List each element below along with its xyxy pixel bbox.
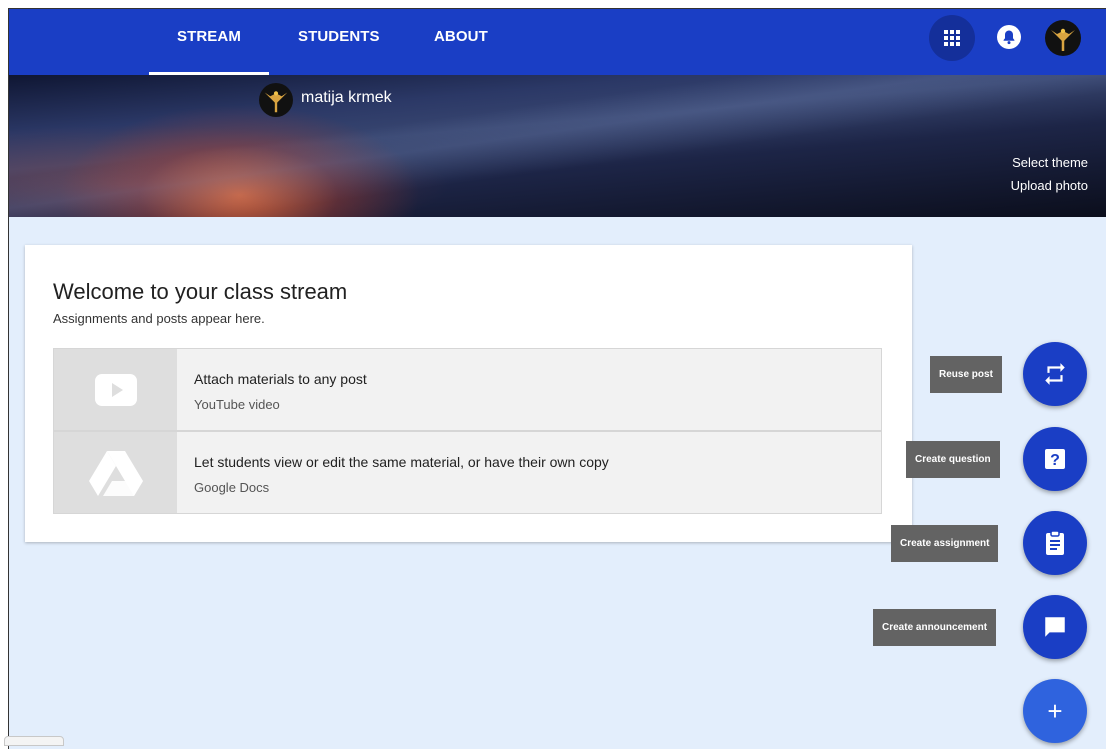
reuse-post-button[interactable]	[1023, 342, 1087, 406]
account-avatar[interactable]	[1045, 20, 1081, 56]
tab-about[interactable]: ABOUT	[434, 9, 488, 75]
create-assignment-label[interactable]: Create assignment	[891, 525, 999, 562]
announcement-icon	[1045, 617, 1065, 637]
banner-image	[9, 75, 1106, 217]
notifications-icon	[1003, 30, 1015, 45]
tab-stream[interactable]: STREAM	[149, 9, 269, 75]
top-nav-bar: STREAM STUDENTS ABOUT	[9, 9, 1106, 75]
create-announcement-label[interactable]: Create announcement	[873, 609, 997, 646]
reuse-post-label[interactable]: Reuse post	[930, 356, 1002, 393]
material-row-youtube[interactable]: Attach materials to any post YouTube vid…	[53, 348, 882, 431]
class-banner: matija krmek Select theme Upload photo	[9, 75, 1106, 217]
apps-grid-button[interactable]	[929, 15, 975, 61]
create-fab-button[interactable]: +	[1023, 679, 1087, 743]
upload-photo-link[interactable]: Upload photo	[1011, 178, 1088, 193]
tab-students[interactable]: STUDENTS	[298, 9, 380, 75]
material-title: Attach materials to any post	[194, 371, 367, 387]
material-description: YouTube video	[194, 397, 280, 412]
repeat-icon	[1045, 363, 1065, 385]
select-theme-link[interactable]: Select theme	[1012, 155, 1088, 170]
apps-grid-icon	[944, 30, 960, 46]
assignment-icon	[1046, 530, 1064, 555]
create-question-label[interactable]: Create question	[906, 441, 1000, 478]
avatar-logo-icon	[1051, 28, 1075, 51]
material-description: Google Docs	[194, 480, 270, 495]
material-icon-box	[54, 432, 177, 513]
avatar	[259, 83, 293, 117]
material-title: Let students view or edit the same mater…	[194, 454, 609, 470]
material-icon-box	[54, 349, 177, 430]
owner-name: matija krmek	[301, 89, 392, 106]
bottom-corner-tab	[4, 736, 64, 746]
avatar-logo-icon	[264, 91, 288, 113]
welcome-card: Welcome to your class stream Assignments…	[25, 245, 912, 542]
welcome-subtitle: Assignments and posts appear here.	[53, 311, 265, 326]
google-drive-icon	[88, 450, 143, 496]
notifications-button[interactable]	[997, 25, 1021, 49]
welcome-title: Welcome to your class stream	[53, 279, 348, 304]
svg-text:?: ?	[1050, 452, 1060, 469]
youtube-icon	[94, 373, 137, 406]
app-frame: STREAM STUDENTS ABOUT matija krmek Selec…	[8, 8, 1106, 749]
create-assignment-button[interactable]	[1023, 511, 1087, 575]
material-row-google-docs[interactable]: Let students view or edit the same mater…	[53, 431, 882, 514]
create-announcement-button[interactable]	[1023, 595, 1087, 659]
create-question-button[interactable]: ?	[1023, 427, 1087, 491]
question-icon: ?	[1045, 449, 1065, 469]
